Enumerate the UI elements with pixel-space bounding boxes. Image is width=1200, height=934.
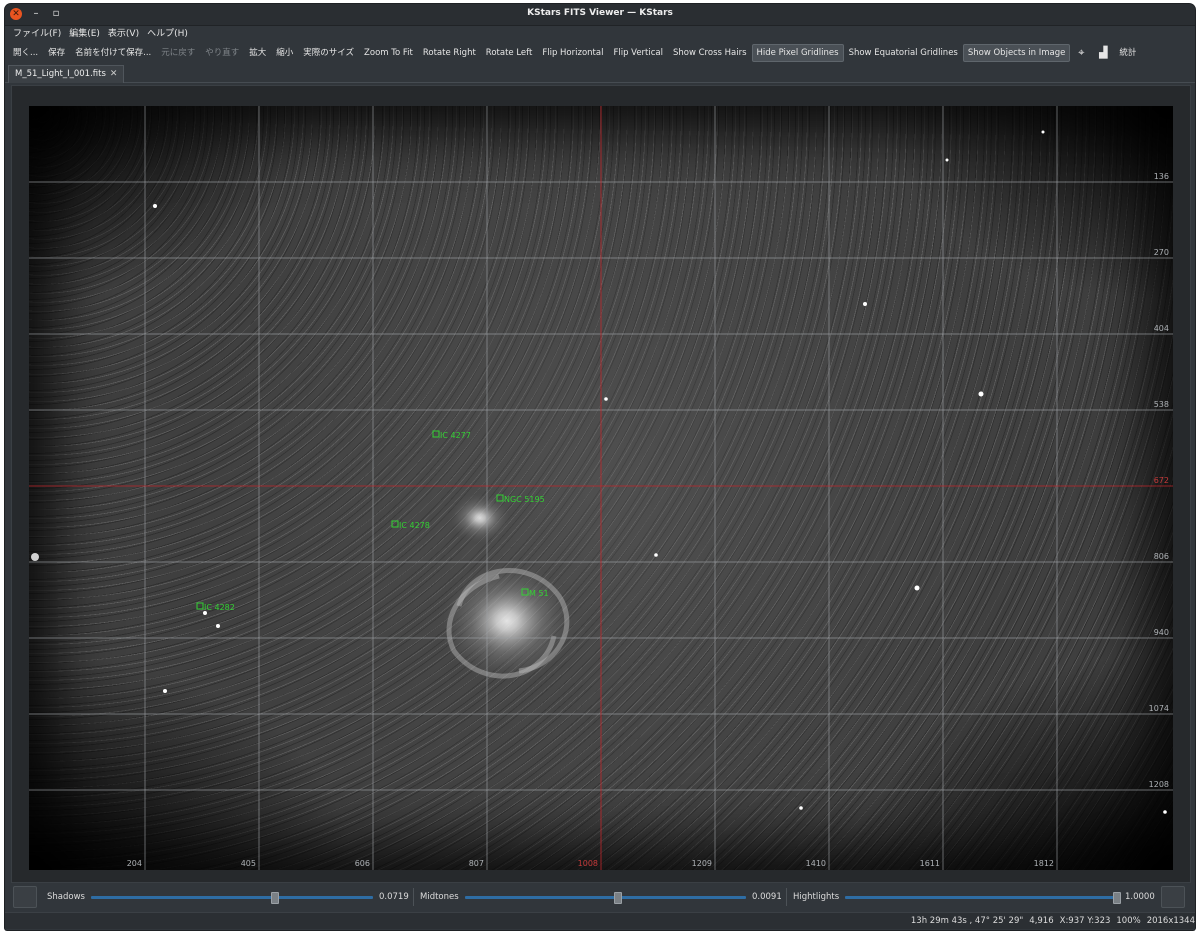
actual-size-button[interactable]: 実際のサイズ <box>298 44 359 62</box>
menu-bar: ファイル(F) 編集(E) 表示(V) ヘルプ(H) <box>5 26 1195 42</box>
y-gridline-label: 1074 <box>1149 704 1169 713</box>
y-gridline-label: 1208 <box>1149 780 1169 789</box>
midtones-label: Midtones <box>420 892 459 902</box>
status-pixel-value: 4,916 <box>1029 916 1054 926</box>
highlights-slider[interactable] <box>845 891 1122 904</box>
image-overlay: 204 405 606 807 1008 1209 1410 1611 1812 136 270 40… <box>29 106 1173 870</box>
highlights-value: 1.0000 <box>1125 892 1155 902</box>
hide-pixel-gridlines-button[interactable]: Hide Pixel Gridlines <box>751 44 844 62</box>
rotate-left-button[interactable]: Rotate Left <box>481 44 538 62</box>
window-title: KStars FITS Viewer — KStars <box>527 8 673 18</box>
cross-hairs <box>29 106 1173 870</box>
fits-viewer-window: ✕ – ▫ KStars FITS Viewer — KStars ファイル(F… <box>5 4 1195 930</box>
crosshair-icon[interactable]: ⌖ <box>1070 44 1092 62</box>
x-gridline-label: 1611 <box>920 859 940 868</box>
tab-fits-file[interactable]: M_51_Light_I_001.fits ✕ <box>8 65 125 83</box>
auto-stretch-button[interactable] <box>13 886 37 908</box>
menu-file[interactable]: ファイル(F) <box>10 26 66 42</box>
shadows-label: Shadows <box>47 892 85 902</box>
y-gridline-label: 672 <box>1154 476 1169 485</box>
flip-vertical-button[interactable]: Flip Vertical <box>608 44 668 62</box>
x-gridline-label: 204 <box>127 859 142 868</box>
object-marker-box <box>196 602 204 610</box>
toolbar: 開く... 保存 名前を付けて保存... 元に戻す やり直す 拡大 縮小 実際の… <box>5 44 1195 62</box>
x-gridline-label: 1812 <box>1034 859 1054 868</box>
highlights-slider-group: Hightlights 1.0000 <box>787 887 1159 907</box>
galaxy-ngc5195 <box>448 492 512 544</box>
status-zoom: 100% <box>1116 916 1141 926</box>
image-viewer[interactable]: 204 405 606 807 1008 1209 1410 1611 1812 136 270 40… <box>11 85 1191 883</box>
status-bar: 13h 29m 43s , 47° 25' 29" 4,916 X:937 Y:… <box>5 912 1195 929</box>
tab-bar: M_51_Light_I_001.fits ✕ <box>5 64 1195 83</box>
open-button[interactable]: 開く... <box>8 44 43 62</box>
stretch-bar: Shadows 0.0719 Midtones 0.0091 Hightligh… <box>11 886 1189 908</box>
close-tab-icon[interactable]: ✕ <box>110 66 118 83</box>
show-objects-in-image-button[interactable]: Show Objects in Image <box>962 44 1071 62</box>
midtones-slider-group: Midtones 0.0091 <box>414 887 786 907</box>
bright-stars <box>31 130 1167 814</box>
redo-button[interactable]: やり直す <box>200 44 244 62</box>
object-marker-label: IC 4277 <box>440 431 471 440</box>
statistics-button[interactable]: 統計 <box>1114 44 1141 62</box>
menu-edit[interactable]: 編集(E) <box>66 26 105 42</box>
highlights-label: Hightlights <box>793 892 840 902</box>
gridline-labels: 204 405 606 807 1008 1209 1410 1611 1812 136 270 40… <box>127 172 1169 868</box>
stretch-toggle-button[interactable] <box>1161 886 1185 908</box>
highlights-slider-handle[interactable] <box>1113 891 1122 904</box>
y-gridline-label: 270 <box>1154 248 1169 257</box>
object-marker-label: IC 4278 <box>399 521 430 530</box>
y-gridline-label: 136 <box>1154 172 1169 181</box>
show-equatorial-gridlines-button[interactable]: Show Equatorial Gridlines <box>844 44 963 62</box>
status-pixel-position: X:937 Y:323 <box>1059 916 1111 926</box>
x-gridline-label: 1410 <box>806 859 826 868</box>
y-gridline-label: 806 <box>1154 552 1169 561</box>
x-gridline-label: 405 <box>241 859 256 868</box>
histogram-icon[interactable]: ▟ <box>1092 44 1114 62</box>
shadows-slider-handle[interactable] <box>271 891 280 904</box>
object-marker-label: IC 4282 <box>204 603 235 612</box>
save-as-button[interactable]: 名前を付けて保存... <box>70 44 156 62</box>
menu-help[interactable]: ヘルプ(H) <box>144 26 193 42</box>
shadows-slider[interactable] <box>90 891 373 904</box>
zoom-in-button[interactable]: 拡大 <box>244 44 271 62</box>
y-gridline-label: 404 <box>1154 324 1169 333</box>
zoom-out-button[interactable]: 縮小 <box>271 44 298 62</box>
shadows-value: 0.0719 <box>379 892 409 902</box>
rotate-right-button[interactable]: Rotate Right <box>418 44 481 62</box>
menu-view[interactable]: 表示(V) <box>105 26 144 42</box>
x-gridline-label: 807 <box>469 859 484 868</box>
object-marker-label: NGC 5195 <box>504 495 545 504</box>
midtones-slider[interactable] <box>464 891 746 904</box>
midtones-value: 0.0091 <box>752 892 782 902</box>
x-gridline-label: 1008 <box>578 859 598 868</box>
object-marker-label: M 51 <box>529 589 549 598</box>
x-gridline-label: 606 <box>355 859 370 868</box>
undo-button[interactable]: 元に戻す <box>156 44 200 62</box>
flip-horizontal-button[interactable]: Flip Horizontal <box>537 44 608 62</box>
shadows-slider-group: Shadows 0.0719 <box>41 887 413 907</box>
zoom-to-fit-button[interactable]: Zoom To Fit <box>359 44 418 62</box>
title-bar: ✕ – ▫ KStars FITS Viewer — KStars <box>5 4 1195 26</box>
status-image-size: 2016x1344 <box>1146 916 1195 926</box>
save-button[interactable]: 保存 <box>43 44 70 62</box>
tab-label: M_51_Light_I_001.fits <box>15 69 106 79</box>
fits-image[interactable]: 204 405 606 807 1008 1209 1410 1611 1812 136 270 40… <box>29 106 1173 870</box>
object-marker-box <box>391 520 399 528</box>
y-gridline-label: 940 <box>1154 628 1169 637</box>
status-coordinates: 13h 29m 43s , 47° 25' 29" <box>910 916 1024 926</box>
show-cross-hairs-button[interactable]: Show Cross Hairs <box>668 44 752 62</box>
midtones-slider-handle[interactable] <box>613 891 622 904</box>
object-marker-box <box>432 430 440 438</box>
y-gridline-label: 538 <box>1154 400 1169 409</box>
x-gridline-label: 1209 <box>692 859 712 868</box>
galaxy-m51 <box>437 559 577 683</box>
